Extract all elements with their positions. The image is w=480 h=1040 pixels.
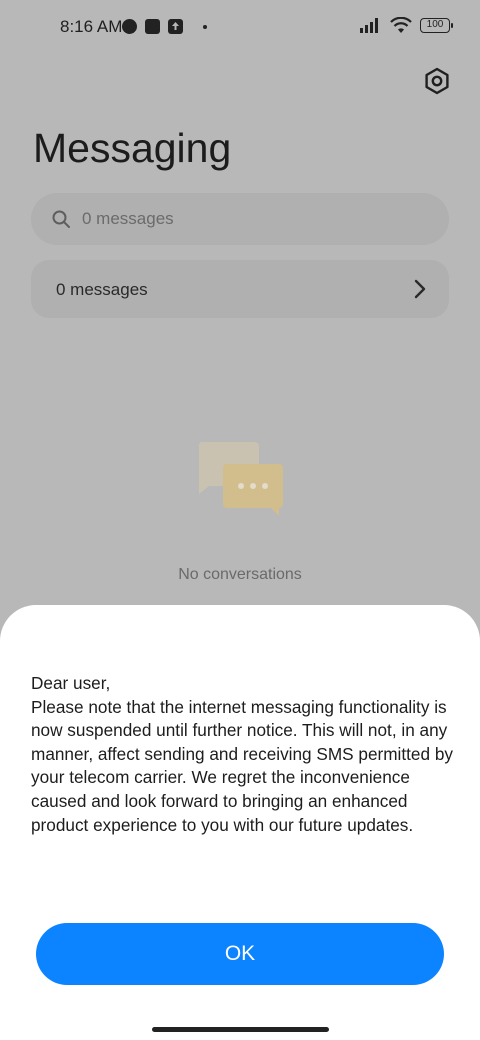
- notice-greeting: Dear user,: [31, 673, 111, 693]
- chat-bubbles-icon: [198, 442, 283, 516]
- signal-icon: [360, 18, 378, 33]
- notice-body: Please note that the internet messaging …: [31, 696, 453, 835]
- screen: 8:16 AM 100 Messaging 0 messages 0 messa…: [0, 0, 480, 1040]
- search-icon: [52, 210, 70, 228]
- status-notification-icons: [122, 19, 207, 34]
- more-notifications-dot: [203, 24, 207, 29]
- notice-dialog: Dear user, Please note that the internet…: [0, 605, 480, 1040]
- page-title: Messaging: [33, 125, 232, 171]
- search-bar[interactable]: 0 messages: [31, 193, 449, 245]
- battery-icon: 100: [420, 18, 453, 33]
- messages-row-label: 0 messages: [56, 280, 148, 299]
- wifi-icon: [390, 17, 412, 33]
- search-placeholder: 0 messages: [82, 209, 174, 228]
- home-indicator[interactable]: [152, 1027, 329, 1032]
- settings-icon: [425, 67, 449, 95]
- empty-state-text: No conversations: [178, 566, 302, 583]
- messages-row[interactable]: 0 messages: [31, 260, 449, 318]
- upload-notification-icon: [168, 19, 183, 34]
- status-time: 8:16 AM: [60, 17, 123, 36]
- notice-text: Dear user, Please note that the internet…: [31, 672, 456, 837]
- app-status-icon: [122, 19, 137, 34]
- settings-button[interactable]: [422, 66, 452, 96]
- status-system-icons: 100: [360, 17, 453, 34]
- status-bar: 8:16 AM 100: [0, 0, 480, 56]
- chevron-right-icon: [414, 279, 426, 299]
- square-notification-icon: [145, 19, 160, 34]
- ok-button[interactable]: OK: [36, 923, 444, 985]
